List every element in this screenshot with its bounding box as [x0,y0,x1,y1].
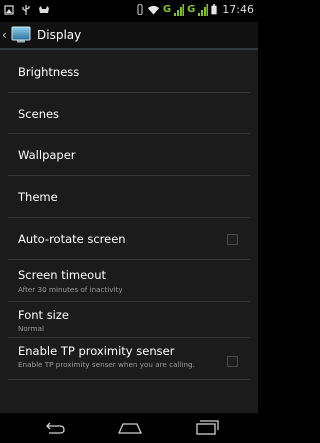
setting-title: Brightness [18,65,80,79]
setting-screen-timeout[interactable]: Screen timeout After 30 minutes of inact… [8,260,250,302]
setting-scenes[interactable]: Scenes [8,93,250,134]
setting-title: Enable TP proximity senser [18,344,175,358]
tp-proximity-checkbox[interactable] [227,356,238,367]
signal-icon [174,3,185,16]
clock: 17:46 [222,3,254,16]
screen: G G 17:46 ‹ Display Brightness Scenes Wa… [0,0,258,443]
setting-wallpaper[interactable]: Wallpaper [8,134,250,176]
battery-icon [211,4,217,15]
setting-font-size[interactable]: Font size Normal [8,302,250,338]
setting-summary: Enable TP proximity senser when you are … [18,360,195,369]
setting-title: Wallpaper [18,148,76,162]
wifi-icon [147,5,159,15]
setting-title: Auto-rotate screen [18,232,126,246]
page-title: Display [37,28,82,42]
action-bar: ‹ Display [0,22,258,50]
display-settings-icon[interactable] [11,26,31,44]
notification-icons [4,4,50,16]
setting-title: Font size [18,308,69,322]
setting-brightness[interactable]: Brightness [8,50,250,93]
setting-enable-tp-proximity-senser[interactable]: Enable TP proximity senser Enable TP pro… [8,338,250,380]
navigation-bar [0,413,258,443]
home-icon[interactable] [113,418,147,438]
setting-theme[interactable]: Theme [8,176,250,218]
setting-summary: Normal [18,324,45,333]
chevron-left-icon[interactable]: ‹ [2,28,10,42]
signal-icon-2 [198,3,209,16]
usb-icon [22,5,30,15]
back-icon[interactable] [38,418,72,438]
cat-icon [39,6,49,13]
screenshot-icon [4,5,14,15]
vibrate-icon [137,4,143,15]
setting-summary: After 30 minutes of inactivity [18,285,123,294]
setting-auto-rotate-screen[interactable]: Auto-rotate screen [8,218,250,260]
auto-rotate-checkbox[interactable] [227,234,238,245]
setting-title: Screen timeout [18,268,107,282]
network-type-label-2: G [187,4,196,15]
network-type-label: G [162,4,172,15]
status-bar: G G 17:46 [0,0,258,22]
system-icons: G G 17:46 [136,3,254,16]
settings-list: Brightness Scenes Wallpaper Theme Auto-r… [0,50,258,380]
setting-title: Scenes [18,107,60,121]
setting-title: Theme [18,190,58,204]
recent-apps-icon[interactable] [189,418,223,438]
